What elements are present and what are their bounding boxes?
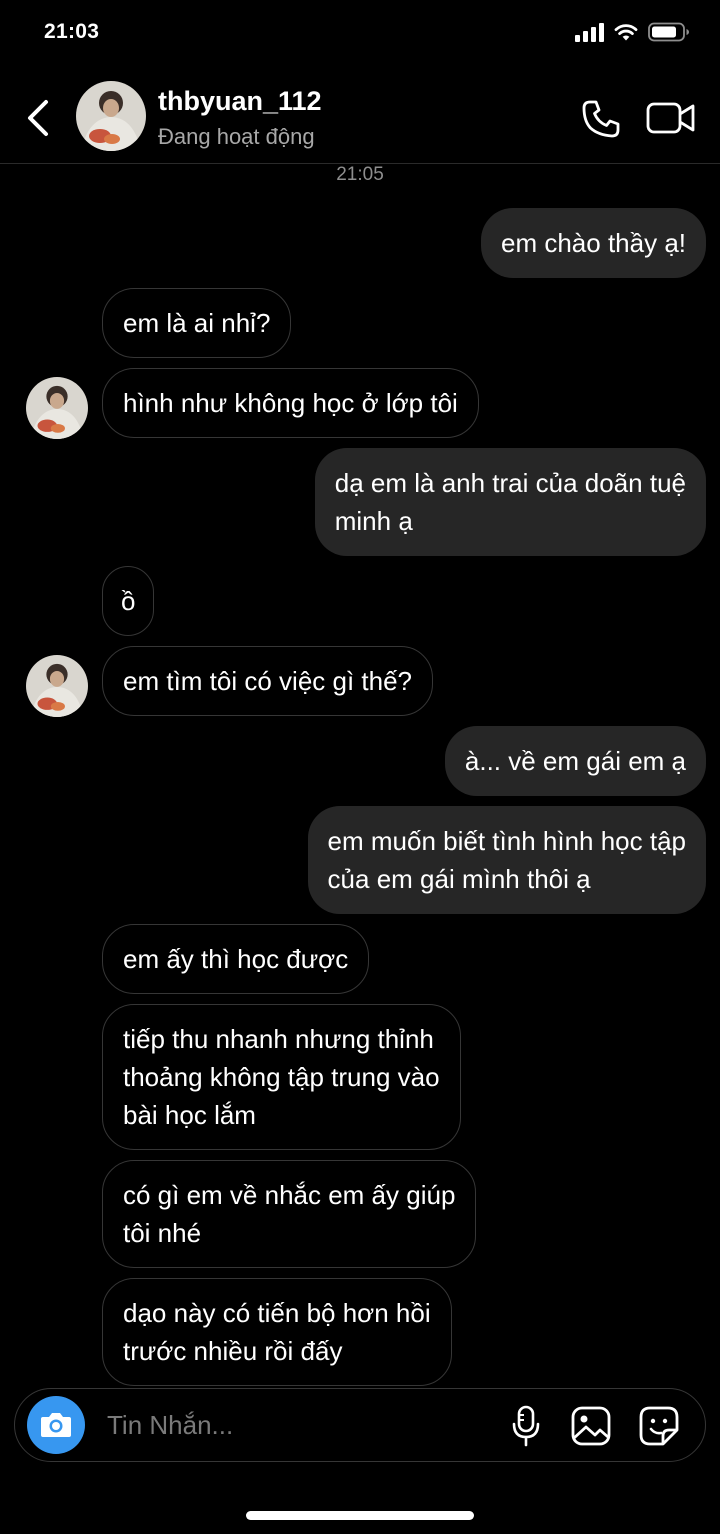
message-timestamp: 21:05: [336, 164, 384, 185]
sticker-icon[interactable]: [639, 1406, 679, 1446]
presence-status: Đang hoạt động: [158, 124, 315, 149]
wifi-icon: [614, 24, 638, 41]
message-text: em ấy thì học được: [123, 944, 349, 974]
avatar[interactable]: [76, 81, 146, 151]
message-text: em muốn biết tình hình học tập của em gá…: [327, 826, 686, 894]
message-text: em chào thầy ạ!: [501, 228, 686, 258]
received-message[interactable]: dạo này có tiến bộ hơn hồi trước nhiều r…: [102, 1278, 452, 1386]
video-camera-icon[interactable]: [646, 100, 696, 136]
message-text: tiếp thu nhanh nhưng thỉnh thoảng không …: [123, 1024, 440, 1130]
received-message[interactable]: em ấy thì học được: [102, 924, 370, 994]
received-message[interactable]: ồ: [102, 566, 155, 636]
phone-icon[interactable]: [580, 98, 622, 140]
sent-message[interactable]: em chào thầy ạ!: [481, 208, 706, 278]
chat-header: thbyuan_112 Đang hoạt động: [0, 70, 720, 164]
message-text: em là ai nhỉ?: [123, 308, 271, 338]
back-icon[interactable]: [22, 94, 56, 142]
camera-icon: [41, 1413, 71, 1437]
sent-message[interactable]: dạ em là anh trai của doãn tuệ minh ạ: [314, 448, 706, 556]
received-message[interactable]: em là ai nhỉ?: [102, 288, 292, 358]
message-text: ồ: [121, 586, 136, 616]
sender-avatar[interactable]: [26, 655, 88, 717]
received-message[interactable]: hình như không học ở lớp tôi: [102, 368, 479, 438]
camera-button[interactable]: [27, 1396, 85, 1454]
home-indicator[interactable]: [246, 1511, 474, 1520]
message-composer: [14, 1388, 706, 1462]
status-icons: [575, 22, 690, 42]
message-text: hình như không học ở lớp tôi: [123, 388, 458, 418]
received-message[interactable]: có gì em về nhắc em ấy giúp tôi nhé: [102, 1160, 477, 1268]
battery-icon: [648, 22, 689, 42]
received-message[interactable]: em tìm tôi có việc gì thế?: [102, 646, 434, 716]
sent-message[interactable]: à... về em gái em ạ: [444, 726, 706, 796]
status-time: 21:03: [44, 20, 100, 43]
message-text: à... về em gái em ạ: [464, 746, 686, 776]
message-text: em tìm tôi có việc gì thế?: [123, 666, 413, 696]
message-input[interactable]: [107, 1407, 487, 1443]
received-message[interactable]: tiếp thu nhanh nhưng thỉnh thoảng không …: [102, 1004, 461, 1150]
status-bar: 21:03: [0, 0, 720, 70]
message-text: dạ em là anh trai của doãn tuệ minh ạ: [334, 468, 686, 536]
cellular-signal-icon: [575, 22, 604, 42]
message-text: có gì em về nhắc em ấy giúp tôi nhé: [123, 1180, 456, 1248]
contact-username[interactable]: thbyuan_112: [158, 86, 322, 117]
gallery-icon[interactable]: [571, 1406, 611, 1446]
message-text: dạo này có tiến bộ hơn hồi trước nhiều r…: [123, 1298, 431, 1366]
sent-message[interactable]: em muốn biết tình hình học tập của em gá…: [307, 806, 706, 914]
sender-avatar[interactable]: [26, 377, 88, 439]
microphone-icon[interactable]: [511, 1405, 541, 1447]
